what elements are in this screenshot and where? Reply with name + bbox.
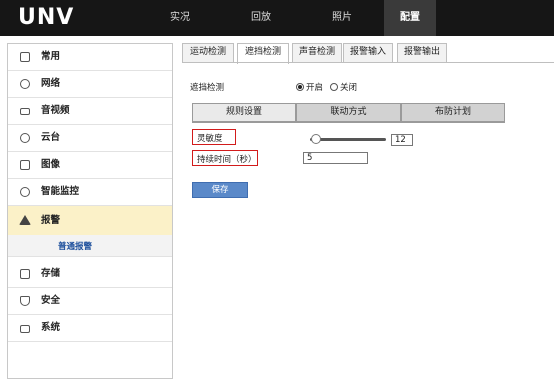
shield-icon <box>20 296 30 306</box>
nav-live[interactable]: 实况 <box>150 0 210 36</box>
tab-tamper-detection[interactable]: 遮挡检测 <box>237 43 289 64</box>
tab-motion-detection[interactable]: 运动检测 <box>182 43 234 62</box>
sidebar-item-label: 安全 <box>41 295 61 306</box>
save-button[interactable]: 保存 <box>192 182 248 198</box>
sidebar-item-security[interactable]: 安全 <box>8 288 172 315</box>
sensitivity-slider[interactable] <box>310 138 386 141</box>
sidebar-item-image[interactable]: 图像 <box>8 152 172 179</box>
ptz-icon <box>20 133 30 143</box>
sidebar-item-label: 系统 <box>41 322 61 333</box>
nav-photos[interactable]: 照片 <box>312 0 372 36</box>
subtab-rule-settings[interactable]: 规则设置 <box>192 103 296 122</box>
tab-alarm-output[interactable]: 报警输出 <box>397 43 447 62</box>
unv-logo: UNV <box>18 5 75 30</box>
nav-playback[interactable]: 回放 <box>231 0 291 36</box>
image-icon <box>20 160 30 170</box>
system-icon <box>20 325 30 333</box>
settings-subtabs: 规则设置 联动方式 布防计划 <box>192 103 505 122</box>
sidebar-item-label: 网络 <box>41 78 61 89</box>
sidebar-item-ptz[interactable]: 云台 <box>8 125 172 152</box>
sensitivity-slider-handle[interactable] <box>311 134 321 144</box>
nav-config[interactable]: 配置 <box>384 0 436 36</box>
sidebar-item-label: 音视频 <box>41 105 70 116</box>
radio-off[interactable]: 关闭 <box>330 81 357 93</box>
radio-off-label: 关闭 <box>340 83 358 93</box>
sidebar-subitem-normal-alarm[interactable]: 普通报警 <box>8 235 172 257</box>
radio-on-label: 开启 <box>306 83 324 93</box>
radio-off-indicator[interactable] <box>330 83 338 91</box>
subtab-arming-schedule[interactable]: 布防计划 <box>401 103 505 122</box>
radio-on[interactable]: 开启 <box>296 81 323 93</box>
sensitivity-value-input[interactable]: 12 <box>391 134 413 146</box>
sidebar-item-audio-video[interactable]: 音视频 <box>8 98 172 125</box>
sidebar-item-system[interactable]: 系统 <box>8 315 172 342</box>
sidebar-item-smart-monitor[interactable]: 智能监控 <box>8 179 172 206</box>
network-icon <box>20 79 30 89</box>
home-icon <box>20 52 30 62</box>
subtab-divider <box>192 122 505 123</box>
sidebar: 常用 网络 音视频 云台 图像 智能监控 报警 普通报警 存储 安全 系统 <box>7 43 173 379</box>
tab-alarm-input[interactable]: 报警输入 <box>343 43 393 62</box>
sidebar-item-label: 报警 <box>41 215 61 226</box>
duration-label: 持续时间（秒） <box>197 155 257 165</box>
sidebar-item-label: 云台 <box>41 132 61 143</box>
smart-monitor-icon <box>20 187 30 197</box>
sensitivity-label: 灵敏度 <box>197 134 223 144</box>
sidebar-item-label: 常用 <box>41 51 61 62</box>
storage-icon <box>20 269 30 279</box>
alarm-icon <box>19 215 31 225</box>
sidebar-item-common[interactable]: 常用 <box>8 44 172 71</box>
sidebar-item-storage[interactable]: 存储 <box>8 261 172 288</box>
sidebar-subitem-label: 普通报警 <box>58 242 93 252</box>
sidebar-item-label: 智能监控 <box>41 186 80 197</box>
tab-audio-detection[interactable]: 声音检测 <box>292 43 342 62</box>
sidebar-item-label: 存储 <box>41 268 61 279</box>
sidebar-item-network[interactable]: 网络 <box>8 71 172 98</box>
tamper-detection-label: 遮挡检测 <box>190 83 225 93</box>
subtab-linkage[interactable]: 联动方式 <box>296 103 401 122</box>
sidebar-item-label: 图像 <box>41 159 61 170</box>
duration-input[interactable]: 5 <box>303 152 368 164</box>
radio-on-indicator[interactable] <box>296 83 304 91</box>
video-icon <box>20 108 30 115</box>
top-bar: UNV 实况 回放 照片 配置 <box>0 0 554 36</box>
